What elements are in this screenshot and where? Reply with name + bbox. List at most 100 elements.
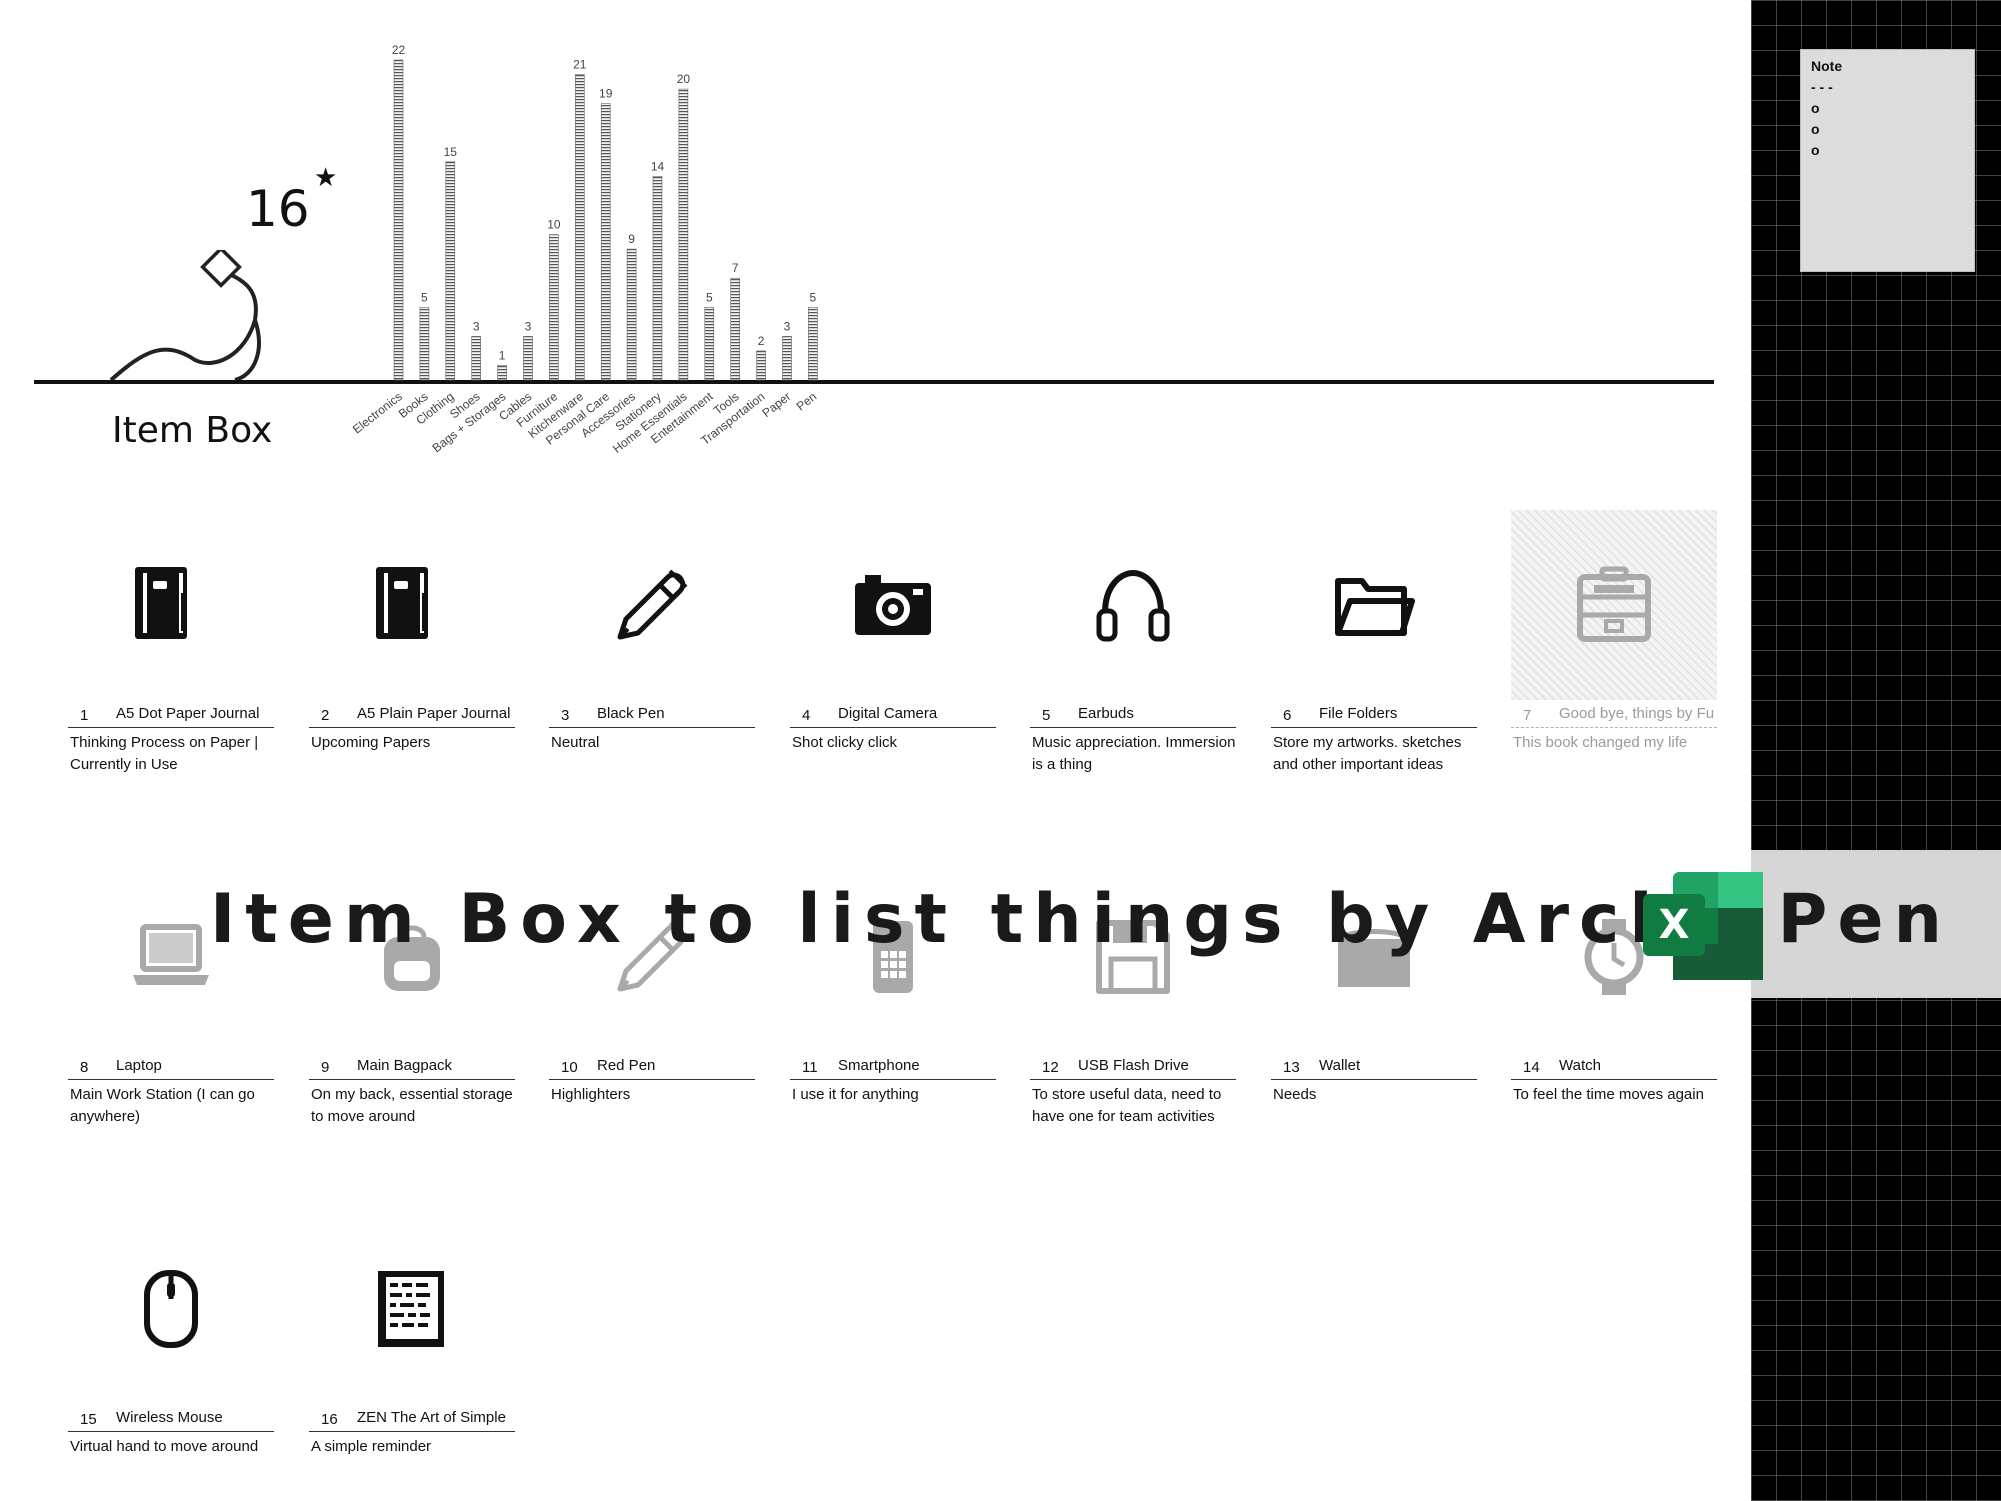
item-description: Shot clicky click <box>792 734 898 751</box>
item-header: 3 Black Pen <box>549 701 755 728</box>
item-header: 14 Watch <box>1511 1053 1717 1080</box>
category-label: Pen <box>794 389 819 413</box>
note-line: o <box>1811 100 1820 116</box>
item-header: 8 Laptop <box>68 1053 274 1080</box>
item-number: 2 <box>321 707 330 724</box>
data-label: 15 <box>444 145 458 159</box>
item-name: Digital Camera <box>838 705 938 722</box>
data-label: 7 <box>732 261 739 275</box>
bar-electronics <box>393 59 404 381</box>
data-label: 5 <box>421 290 428 304</box>
bar-entertainment <box>704 306 715 381</box>
item-description: Upcoming Papers <box>311 734 431 751</box>
item-number: 14 <box>1523 1059 1540 1076</box>
item-header: 7 Good bye, things by Fu <box>1511 701 1717 728</box>
mouse-icon <box>68 1214 274 1404</box>
item-box-illustration-icon <box>109 250 261 382</box>
item-description: Neutral <box>551 734 600 751</box>
note-line: o <box>1811 121 1820 137</box>
item-header: 16 ZEN The Art of Simple <box>309 1405 515 1432</box>
data-label: 21 <box>573 58 587 72</box>
item-name: Smartphone <box>838 1057 920 1074</box>
item-name: Wireless Mouse <box>116 1409 223 1426</box>
category-label: Electronics <box>350 389 405 436</box>
journal-icon <box>68 510 274 700</box>
item-description: To store useful data, need to have one f… <box>1032 1086 1222 1125</box>
item-number: 7 <box>1523 707 1532 724</box>
item-number: 10 <box>561 1059 578 1076</box>
data-label: 20 <box>677 72 691 86</box>
item-description: To feel the time moves again <box>1513 1086 1704 1103</box>
headphones-icon <box>1030 510 1236 700</box>
item-name: Laptop <box>116 1057 162 1074</box>
bar-personal-care <box>600 103 611 381</box>
item-header: 15 Wireless Mouse <box>68 1405 274 1432</box>
item-description: Highlighters <box>551 1086 631 1103</box>
data-label: 3 <box>473 319 480 333</box>
item-description: Music appreciation. Immersion is a thing <box>1032 734 1236 773</box>
item-name: A5 Dot Paper Journal <box>116 705 260 722</box>
item-description: I use it for anything <box>792 1086 919 1103</box>
item-number: 15 <box>80 1411 97 1428</box>
data-label: 9 <box>628 232 635 246</box>
item-number: 8 <box>80 1059 89 1076</box>
item-name: Black Pen <box>597 705 665 722</box>
item-description: On my back, essential storage to move ar… <box>311 1086 513 1125</box>
item-description: Thinking Process on Paper | Currently in… <box>70 734 259 773</box>
bar-books <box>419 306 430 381</box>
item-count: 16 <box>246 180 310 238</box>
bar-pen <box>808 306 818 381</box>
bar-tools <box>730 277 741 381</box>
item-number: 1 <box>80 707 89 724</box>
item-name: Earbuds <box>1078 705 1134 722</box>
page-title: Item Box <box>112 410 273 451</box>
data-label: 3 <box>784 319 791 333</box>
item-number: 11 <box>802 1059 818 1076</box>
bar-home-essentials <box>678 88 689 381</box>
bar-paper <box>782 336 792 381</box>
item-name: Wallet <box>1319 1057 1361 1074</box>
item-header: 2 A5 Plain Paper Journal <box>309 701 515 728</box>
cabinet-icon <box>1511 510 1717 700</box>
item-name: Good bye, things by Fu <box>1559 705 1715 722</box>
bar-shoes <box>471 336 481 381</box>
data-label: 22 <box>392 43 406 57</box>
data-label: 10 <box>547 218 561 232</box>
item-description: Store my artworks. sketches and other im… <box>1273 734 1462 773</box>
journal-icon <box>309 510 515 700</box>
item-number: 5 <box>1042 707 1051 724</box>
camera-icon <box>790 510 996 700</box>
item-description: Virtual hand to move around <box>70 1438 259 1455</box>
data-label: 14 <box>651 159 665 173</box>
item-name: File Folders <box>1319 705 1398 722</box>
data-label: 5 <box>810 290 817 304</box>
note-title: Note <box>1811 58 1843 74</box>
item-header: 10 Red Pen <box>549 1053 755 1080</box>
book-icon <box>309 1214 515 1404</box>
item-description: Main Work Station (I can go anywhere) <box>70 1086 255 1125</box>
item-name: Main Bagpack <box>357 1057 453 1074</box>
item-name: Red Pen <box>597 1057 656 1074</box>
data-label: 19 <box>599 87 613 101</box>
item-number: 4 <box>802 707 811 724</box>
bar-kitchenware <box>575 74 585 381</box>
item-header: 1 A5 Dot Paper Journal <box>68 701 274 728</box>
item-number: 3 <box>561 707 570 724</box>
item-header: 5 Earbuds <box>1030 701 1236 728</box>
category-label: Paper <box>759 389 793 420</box>
data-label: 1 <box>499 348 506 362</box>
item-name: A5 Plain Paper Journal <box>357 705 511 722</box>
excel-logo-icon: X <box>1643 872 1763 980</box>
item-number: 12 <box>1042 1059 1059 1076</box>
item-number: 13 <box>1283 1059 1300 1076</box>
note-line: o <box>1811 142 1820 158</box>
bar-accessories <box>626 248 637 381</box>
item-header: 12 USB Flash Drive <box>1030 1053 1236 1080</box>
bar-cables <box>523 336 533 381</box>
item-header: 6 File Folders <box>1271 701 1477 728</box>
note-box[interactable]: Note - - - o o o <box>1800 49 1975 272</box>
item-description: A simple reminder <box>311 1438 432 1455</box>
data-label: 5 <box>706 290 713 304</box>
bar-transportation <box>756 350 766 381</box>
item-description: Needs <box>1273 1086 1317 1103</box>
